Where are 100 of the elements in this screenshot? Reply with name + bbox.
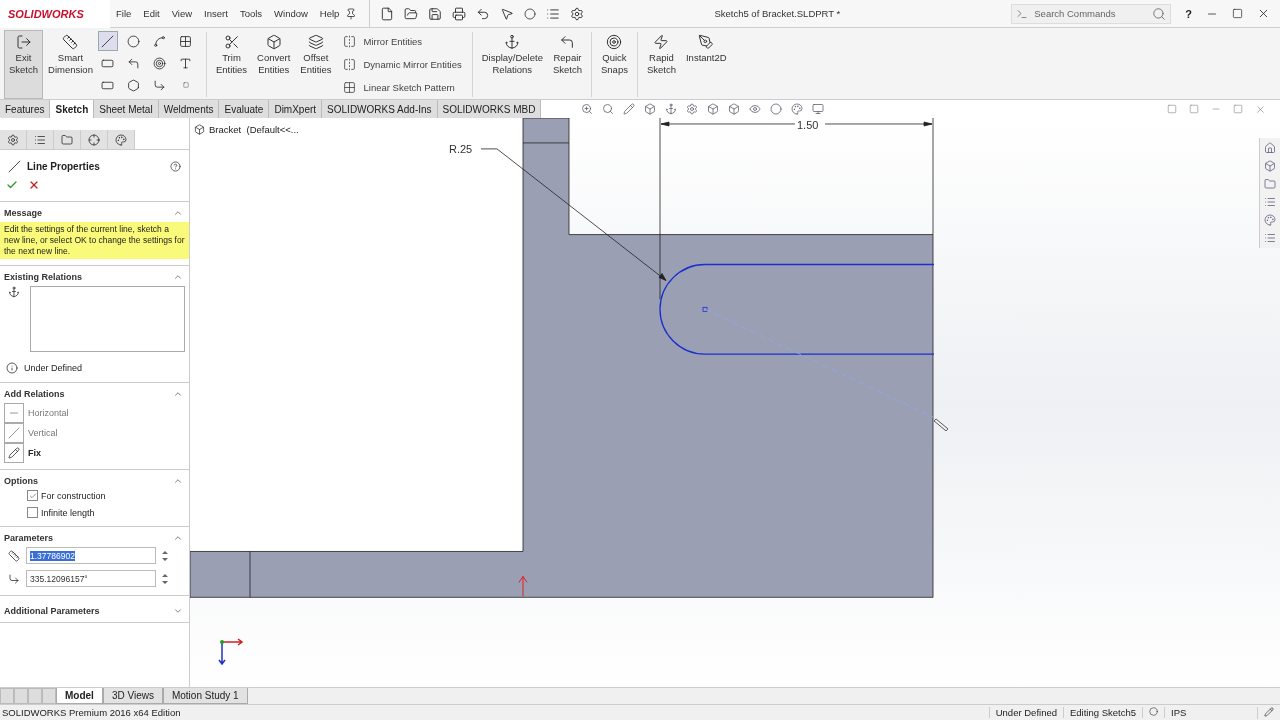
trim-icon (223, 34, 240, 50)
panel-tab[interactable] (27, 130, 54, 149)
document-title: Sketch5 of Bracket.SLDPRT * (714, 8, 841, 19)
view-settings-icon[interactable] (686, 103, 699, 115)
command-tab[interactable]: Features (0, 100, 51, 118)
section-title: Parameters (4, 533, 54, 543)
point-icon (182, 82, 189, 88)
menu-item[interactable]: View (165, 8, 199, 19)
menu-item[interactable]: File (110, 8, 138, 19)
spin-buttons[interactable] (162, 572, 168, 585)
expand-icon[interactable] (173, 606, 183, 616)
section-title: Message (4, 208, 43, 218)
parameter-field[interactable]: 1.37786902 (26, 547, 156, 564)
close-icon[interactable] (1257, 7, 1270, 20)
command-tab[interactable]: Sheet Metal (94, 100, 159, 118)
spline-icon (153, 34, 167, 48)
pattern-icon (342, 81, 356, 94)
ok-button[interactable] (6, 179, 18, 191)
relations-list[interactable] (29, 286, 185, 352)
status-text: Under Defined (24, 363, 83, 373)
collapse-icon[interactable] (173, 476, 183, 486)
checkbox[interactable] (27, 507, 38, 518)
save-icon[interactable] (428, 6, 443, 21)
command-tab[interactable]: Weldments (158, 100, 220, 118)
menu-item[interactable]: Edit (137, 8, 166, 19)
ribbon-item[interactable]: Dynamic Mirror Entities (342, 58, 462, 71)
maximize-icon[interactable] (1232, 8, 1243, 19)
command-tab[interactable]: SOLIDWORKS Add-Ins (322, 100, 438, 118)
pointer-icon[interactable] (500, 6, 515, 21)
collapse-icon[interactable] (173, 533, 183, 543)
relation-option[interactable]: Fix (0, 443, 189, 463)
menu-item[interactable]: Window (268, 8, 314, 19)
checkbox[interactable] (27, 490, 38, 501)
dimension-text[interactable]: R.25 (449, 142, 473, 155)
circle-icon (127, 34, 141, 48)
zoom-area-icon[interactable] (602, 103, 615, 115)
eye-icon[interactable] (749, 103, 762, 115)
line-tool[interactable] (97, 31, 118, 51)
option-checkbox[interactable]: Infinite length (0, 503, 189, 520)
ribbon-item[interactable]: Mirror Entities (342, 35, 462, 48)
pin-icon[interactable] (345, 7, 358, 20)
menu-item[interactable]: Help (313, 8, 346, 19)
monitor-icon[interactable] (812, 103, 825, 115)
menu-item[interactable]: Insert (198, 8, 234, 19)
folder-icon[interactable] (1264, 178, 1276, 190)
search-icon (1152, 6, 1167, 21)
pen-icon (698, 34, 715, 50)
print-icon[interactable] (452, 6, 467, 21)
ribbon-item[interactable]: Linear Sketch Pattern (342, 81, 462, 94)
spin-buttons[interactable] (162, 549, 168, 562)
file-properties-icon[interactable] (546, 6, 561, 21)
undo-icon[interactable] (476, 6, 491, 21)
collapse-icon[interactable] (173, 272, 183, 282)
parameter-field[interactable]: 335.12096157° (26, 570, 156, 587)
units-text[interactable]: IPS (1164, 707, 1257, 718)
mirror-icon (342, 58, 356, 71)
collapse-icon[interactable] (173, 208, 183, 218)
ribbon-button[interactable]: Offset Entities (295, 30, 337, 99)
settings-icon[interactable] (570, 6, 585, 21)
ribbon-button[interactable]: Convert Entities (252, 30, 296, 99)
pencil-icon (1264, 706, 1274, 717)
collapse-icon[interactable] (173, 389, 183, 399)
properties-icon[interactable] (1264, 232, 1276, 244)
command-icon (1016, 7, 1029, 20)
ribbon-button[interactable]: Smart Dimension (43, 30, 98, 99)
help-icon[interactable] (170, 161, 181, 172)
menu-item[interactable]: Tools (233, 8, 269, 19)
fillet-icon (153, 78, 167, 92)
ribbon-button[interactable]: Trim Entities (210, 30, 253, 99)
panel-tab[interactable] (0, 130, 27, 149)
zoom-icon[interactable] (581, 103, 594, 115)
status-text: Editing Sketch5 (1063, 707, 1142, 718)
view-palette-icon[interactable] (1264, 196, 1276, 208)
tree-item[interactable]: Bracket (Default<<... (194, 124, 299, 135)
ribbon-button[interactable]: Rapid Sketch (641, 30, 681, 99)
command-tab[interactable]: DimXpert (269, 100, 323, 118)
model-tab[interactable]: Motion Study 1 (162, 688, 248, 704)
help-button[interactable]: ? (1185, 7, 1192, 20)
option-checkbox[interactable]: For construction (0, 486, 189, 503)
ribbon-button[interactable]: Exit Sketch (4, 30, 44, 99)
exit-sketch-icon (15, 34, 32, 50)
ribbon-button[interactable]: Quick Snaps (596, 30, 633, 99)
property-icon (34, 133, 46, 146)
length-icon (8, 549, 20, 562)
cancel-button[interactable] (28, 179, 40, 191)
home-icon[interactable] (1264, 142, 1276, 154)
arc-icon (127, 56, 141, 70)
ribbon-button[interactable]: Instant2D (680, 30, 732, 99)
command-tab[interactable]: SOLIDWORKS MBD (437, 100, 542, 118)
ribbon-button[interactable]: Repair Sketch (547, 30, 587, 99)
new-file-icon[interactable] (380, 6, 395, 21)
open-folder-icon[interactable] (404, 6, 419, 21)
panel-tab[interactable] (81, 130, 108, 149)
ribbon-button[interactable]: Display/Delete Relations (476, 30, 548, 99)
panel-tab[interactable] (108, 130, 135, 149)
search-field[interactable]: Search Commands (1011, 3, 1172, 24)
dimension-text[interactable]: 1.50 (797, 119, 819, 131)
model-tab[interactable]: Model (56, 688, 103, 704)
command-tab[interactable]: Evaluate (219, 100, 270, 118)
model-tab[interactable]: 3D Views (102, 688, 163, 704)
